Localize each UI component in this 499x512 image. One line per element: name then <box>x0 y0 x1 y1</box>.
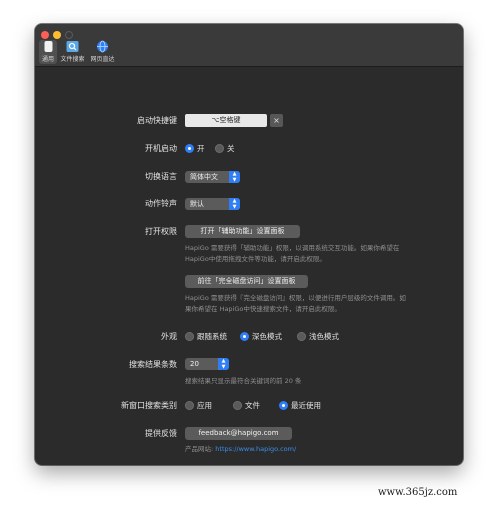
general-doc-icon <box>44 41 52 52</box>
launch-off-radio[interactable]: 关 <box>215 143 235 155</box>
appearance-label: 外观 <box>161 332 177 341</box>
hotkey-recorder[interactable]: ⌥空格键 <box>185 114 267 127</box>
tab-general-label: 通用 <box>41 56 54 63</box>
tab-file-search-label: 文件搜索 <box>60 56 85 63</box>
radio-indicator <box>240 332 249 341</box>
category-apps-label: 应用 <box>197 401 212 410</box>
tab-file-search[interactable]: 文件搜索 <box>59 40 86 64</box>
radio-indicator <box>233 401 242 410</box>
new-window-category-label: 新窗口搜索类别 <box>121 401 177 410</box>
accessibility-hint-line-1: HapiGo 需要获得「辅助功能」权限，以调用系统交互功能。如果你希望在 <box>185 244 400 252</box>
hotkey-label: 启动快捷键 <box>137 116 177 125</box>
launch-on-radio[interactable]: 开 <box>185 143 205 155</box>
category-files-label: 文件 <box>245 401 260 410</box>
radio-indicator <box>215 144 224 153</box>
tab-web-direct-label: 网页直达 <box>90 56 115 63</box>
appearance-light-label: 浅色模式 <box>309 332 339 341</box>
radio-indicator <box>185 332 194 341</box>
sound-select-value: 默认 <box>190 200 204 208</box>
appearance-system-label: 跟随系统 <box>197 332 227 341</box>
chevron-up-down-icon: ▲ ▼ <box>229 171 240 183</box>
globe-icon <box>97 40 108 53</box>
feedback-email-button[interactable]: feedback@hapigo.com <box>185 427 292 440</box>
open-accessibility-button[interactable]: 打开「辅助功能」设置面板 <box>185 225 300 238</box>
radio-indicator <box>297 332 306 341</box>
language-select-value: 简体中文 <box>190 173 218 181</box>
tab-general[interactable]: 通用 <box>39 40 57 64</box>
radio-indicator <box>185 401 194 410</box>
chevron-up-down-icon: ▲ ▼ <box>218 358 229 370</box>
launch-at-login-label: 开机启动 <box>145 144 177 153</box>
category-recent-radio[interactable]: 最近使用 <box>279 400 321 412</box>
hotkey-clear-button[interactable]: × <box>270 114 283 127</box>
file-search-icon <box>66 41 79 52</box>
tab-web-direct[interactable]: 网页直达 <box>89 40 116 64</box>
sound-label: 动作铃声 <box>145 199 177 208</box>
general-settings-panel: 启动快捷键 ⌥空格键 × 开机启动 开 关 切换语言 简体中文 ▲ ▼ 动作铃声 默… <box>35 67 463 465</box>
accessibility-hint-line-2: HapiGo中使用拖拽文件等功能，请开启此权限。 <box>185 255 326 263</box>
close-window-button[interactable] <box>41 31 49 39</box>
disk-hint-line-1: HapiGo 需要获得『完全磁盘访问』权限，以便进行用户层级的文件调用。如 <box>185 294 406 302</box>
result-count-stepper[interactable]: 20 ▲ ▼ <box>185 358 229 370</box>
launch-on-label: 开 <box>197 144 205 153</box>
sound-select[interactable]: 默认 ▲ ▼ <box>185 198 240 210</box>
result-count-hint: 搜索结果只显示最符合关键词的前 20 条 <box>185 377 302 385</box>
product-website-row: 产品网站: https://www.hapigo.com/ <box>185 444 296 455</box>
appearance-light-radio[interactable]: 浅色模式 <box>297 331 339 343</box>
language-select[interactable]: 简体中文 ▲ ▼ <box>185 171 240 183</box>
language-label: 切换语言 <box>145 172 177 181</box>
product-website-link[interactable]: https://www.hapigo.com/ <box>215 445 296 453</box>
appearance-system-radio[interactable]: 跟随系统 <box>185 331 227 343</box>
result-count-label: 搜索结果条数 <box>129 360 177 369</box>
feedback-label: 提供反馈 <box>145 429 177 438</box>
appearance-dark-label: 深色模式 <box>252 332 282 341</box>
category-apps-radio[interactable]: 应用 <box>185 400 212 412</box>
preferences-window: 通用 文件搜索 网页直达 启动快捷键 ⌥空格键 × 开机启动 开 关 切换语言 … <box>35 24 463 465</box>
watermark-text: www.365jz.com <box>378 487 458 498</box>
open-full-disk-access-button[interactable]: 前往「完全磁盘访问」设置面板 <box>185 275 308 288</box>
radio-indicator <box>185 144 194 153</box>
disk-hint-line-2: 果你希望在 HapiGo中快速搜索文件，请开启此权限。 <box>185 305 341 313</box>
titlebar-toolbar: 通用 文件搜索 网页直达 <box>35 24 463 67</box>
launch-off-label: 关 <box>227 144 235 153</box>
radio-indicator <box>279 401 288 410</box>
result-count-value: 20 <box>190 360 199 368</box>
permissions-label: 打开权限 <box>145 227 177 236</box>
category-files-radio[interactable]: 文件 <box>233 400 260 412</box>
chevron-up-down-icon: ▲ ▼ <box>229 198 240 210</box>
appearance-dark-radio[interactable]: 深色模式 <box>240 331 282 343</box>
category-recent-label: 最近使用 <box>291 401 321 410</box>
minimize-window-button[interactable] <box>53 31 61 39</box>
zoom-window-button[interactable] <box>65 31 73 39</box>
product-website-label: 产品网站: <box>185 445 214 453</box>
